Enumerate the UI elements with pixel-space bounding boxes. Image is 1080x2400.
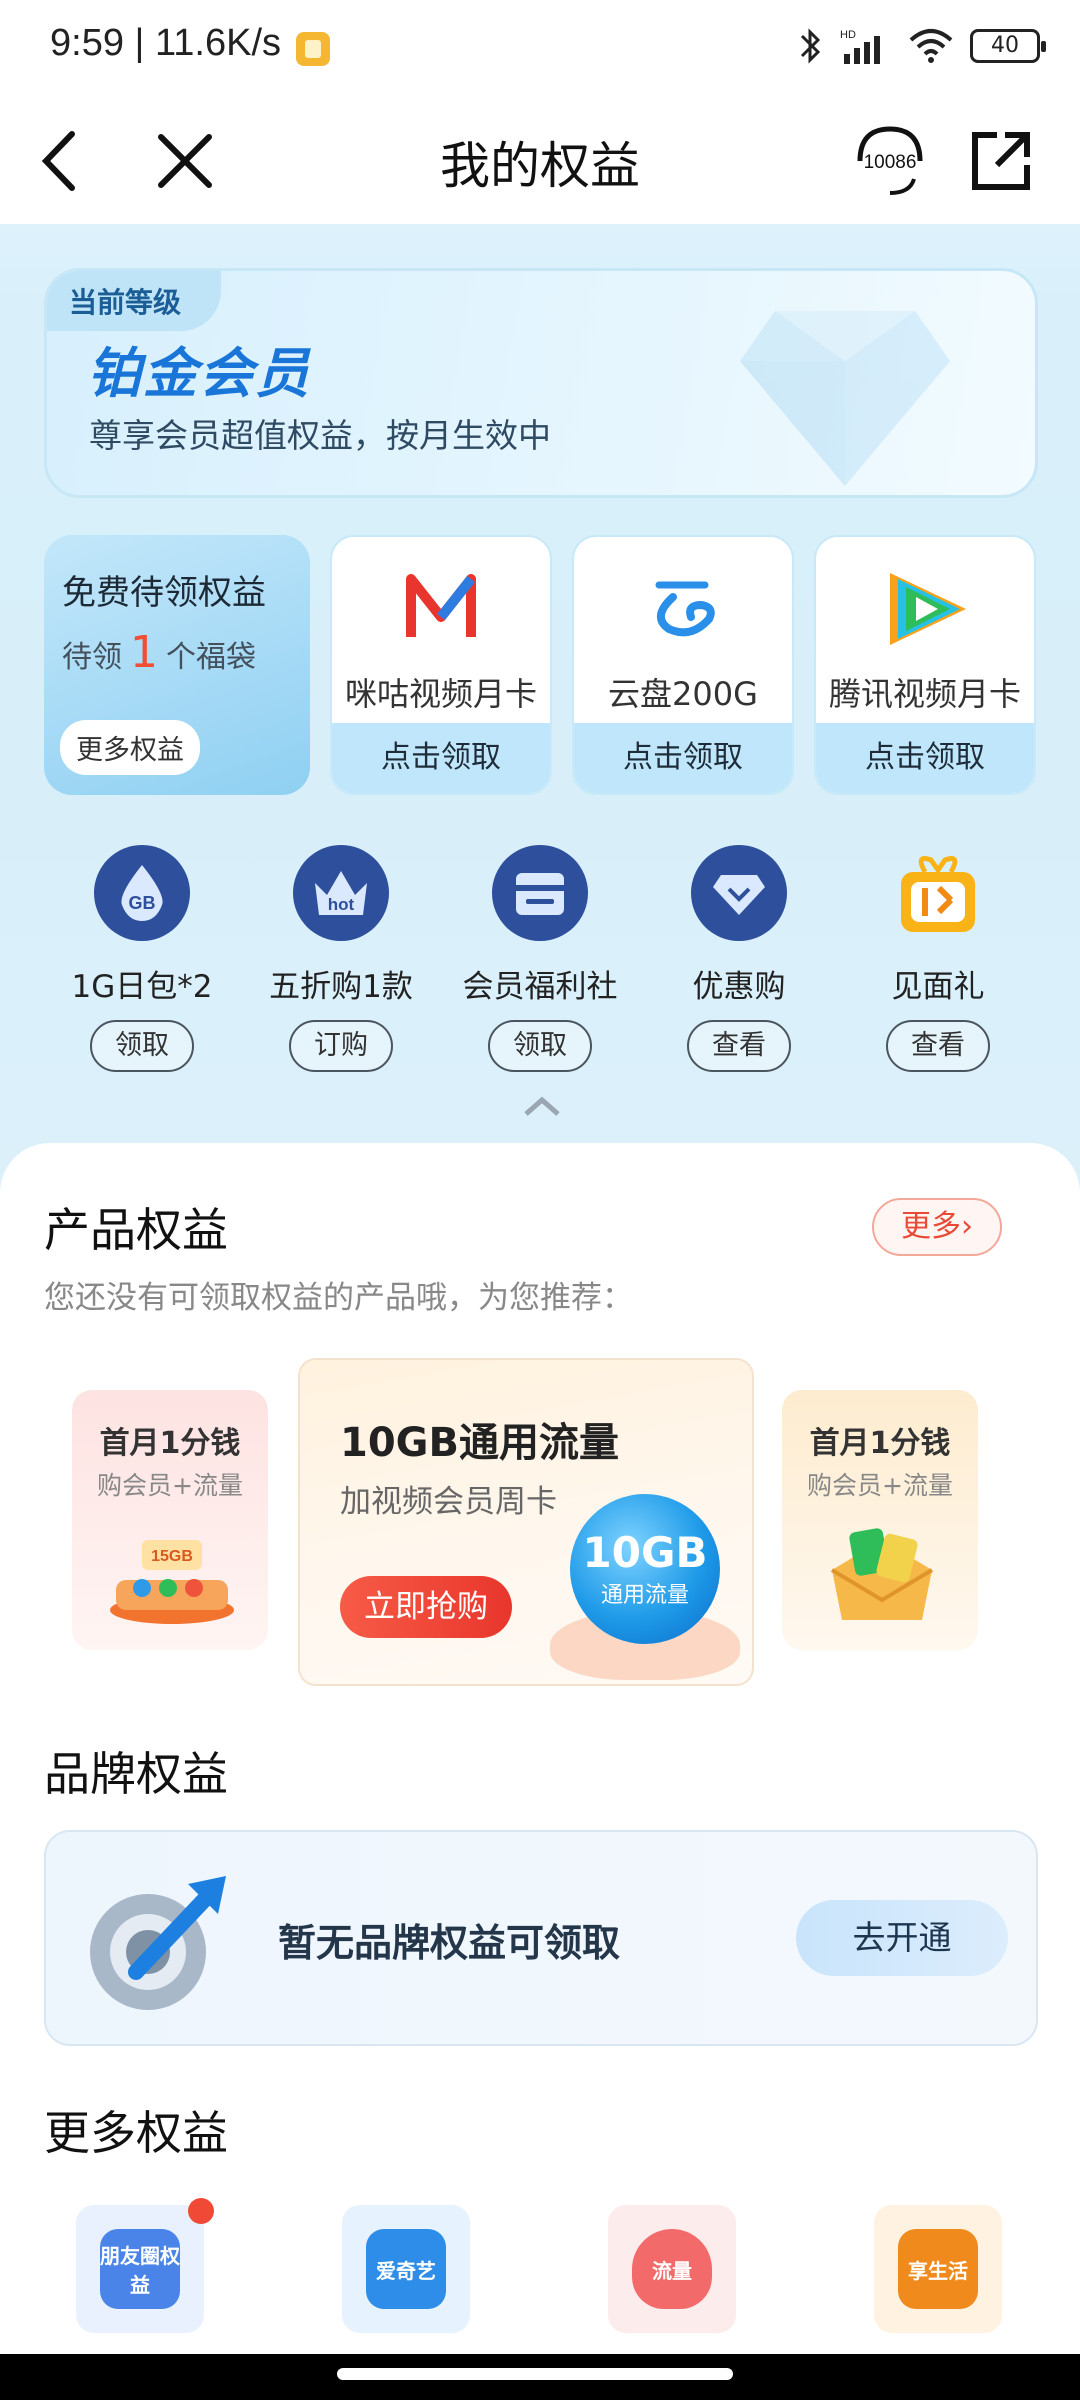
diamond-badge-icon [691,845,787,941]
customer-service-button[interactable]: 10086 [840,116,940,206]
claim-button[interactable]: 领取 [488,1020,592,1072]
mini-benefit-label: 优惠购 [692,969,786,1005]
svg-text:15GB: 15GB [151,1548,193,1565]
free-benefits-title: 免费待领权益 [62,573,266,613]
level-tag: 当前等级 [47,271,222,331]
battery-indicator: 40 [970,29,1046,63]
migu-video-icon [406,574,476,637]
notification-dot [188,2198,214,2224]
claim-button[interactable]: 点击领取 [332,723,550,793]
promo-subtitle: 购会员+流量 [807,1471,953,1500]
promo-subtitle: 加视频会员周卡 [340,1484,557,1520]
service-card-migu[interactable]: 咪咕视频月卡 点击领取 [330,535,552,795]
brand-logo-icon [90,1876,226,2010]
member-level-card[interactable]: 当前等级 铂金会员 尊享会员超值权益，按月生效中 [44,268,1038,498]
more-benefits-button[interactable]: 更多权益 [60,720,200,775]
svg-text:GB: GB [129,893,156,913]
data-pack-icon: GB [94,845,190,941]
promo-envelope-illustration [830,1528,934,1620]
mini-benefit-gift[interactable]: 见面礼 查看 [838,845,1038,1072]
mini-benefit-half-price[interactable]: hot 五折购1款 订购 [241,845,441,1072]
status-time: 9:59 | 11.6K/s [50,22,282,64]
share-button[interactable] [956,116,1046,206]
mini-benefit-data-pack[interactable]: GB 1G日包*2 领取 [42,845,242,1072]
crown-hot-icon: hot [293,845,389,941]
chevron-up-icon[interactable] [522,1090,562,1120]
home-indicator[interactable] [337,2368,733,2380]
claim-button[interactable]: 点击领取 [574,723,792,793]
more-item-data[interactable]: 流量 [608,2205,736,2333]
more-item-iqiyi[interactable]: 爱奇艺 [342,2205,470,2333]
headset-icon: 10086 [857,126,923,195]
promo-subtitle: 购会员+流量 [97,1471,243,1500]
lifestyle-gift-icon: 享生活 [898,2229,978,2309]
level-name: 铂金会员 [87,342,311,405]
view-button[interactable]: 查看 [687,1020,791,1072]
service-name: 云盘200G [608,675,758,713]
claim-button[interactable]: 点击领取 [816,723,1034,793]
bluetooth-icon [800,28,821,64]
chevron-right-icon: › [961,1209,973,1244]
diamond-icon [740,311,950,486]
wifi-icon [909,29,953,63]
app-header: 我的权益 10086 [0,96,1080,224]
product-benefits-subtitle: 您还没有可领取权益的产品哦，为您推荐： [44,1280,633,1316]
tencent-video-icon [890,573,966,645]
data-ball-badge: 10GB 通用流量 [570,1494,720,1644]
buy-now-button[interactable]: 立即抢购 [340,1576,512,1638]
service-name: 腾讯视频月卡 [828,675,1021,713]
mini-benefit-welfare[interactable]: 会员福利社 领取 [440,845,640,1072]
product-benefits-title: 产品权益 [44,1203,228,1257]
hotline-number: 10086 [864,152,917,173]
svg-text:hot: hot [328,895,355,914]
share-icon [972,132,1030,190]
service-name: 咪咕视频月卡 [344,675,537,713]
more-item-friends[interactable]: 朋友圈权益 [76,2205,204,2333]
mini-benefit-discount[interactable]: 优惠购 查看 [639,845,839,1072]
mini-benefit-label: 1G日包*2 [71,969,213,1005]
mini-benefit-label: 五折购1款 [269,969,413,1005]
free-benefits-card[interactable]: 免费待领权益 待领 1 个福袋 更多权益 [44,535,310,795]
signal-icon: HD [840,29,880,64]
service-card-tencent[interactable]: 腾讯视频月卡 点击领取 [814,535,1036,795]
promo-card-right[interactable]: 首月1分钱 购会员+流量 [782,1390,978,1650]
promo-card-left[interactable]: 首月1分钱 购会员+流量 15GB [72,1390,268,1650]
promo-title: 首月1分钱 [809,1426,951,1461]
service-card-cloud[interactable]: 云盘200G 点击领取 [572,535,794,795]
svg-text:HD: HD [840,29,856,41]
activate-button[interactable]: 去开通 [796,1900,1008,1976]
claim-button[interactable]: 领取 [90,1020,194,1072]
view-button[interactable]: 查看 [886,1020,990,1072]
promo-card-main[interactable]: 10GB通用流量 加视频会员周卡 立即抢购 10GB 通用流量 [298,1358,754,1686]
promo-title: 10GB通用流量 [340,1420,619,1466]
brand-empty-text: 暂无品牌权益可领取 [278,1921,621,1965]
store-icon [492,845,588,941]
promo-title: 首月1分钱 [99,1426,241,1461]
level-description: 尊享会员超值权益，按月生效中 [89,416,551,455]
gift-box-icon [890,845,986,941]
heart-data-icon: 流量 [632,2229,712,2309]
brand-benefits-title: 品牌权益 [44,1747,228,1801]
status-icons: HD 40 [796,26,1046,66]
brand-benefits-card: 暂无品牌权益可领取 去开通 [44,1830,1038,2046]
more-item-lifestyle[interactable]: 享生活 [874,2205,1002,2333]
free-benefits-count: 待领 1 个福袋 [62,627,256,678]
friends-benefit-icon: 朋友圈权益 [100,2229,180,2309]
more-benefits-title: 更多权益 [44,2106,228,2160]
more-button[interactable]: 更多› [872,1198,1002,1256]
mini-benefit-label: 会员福利社 [462,969,618,1005]
status-bar: 9:59 | 11.6K/s HD 40 [0,0,1080,96]
notification-app-icon [296,32,330,66]
promo-gift-illustration: 15GB [110,1540,234,1624]
cloud-disk-icon [655,581,715,637]
mini-benefit-label: 见面礼 [891,969,985,1005]
iqiyi-icon: 爱奇艺 [366,2229,446,2309]
order-button[interactable]: 订购 [289,1020,393,1072]
